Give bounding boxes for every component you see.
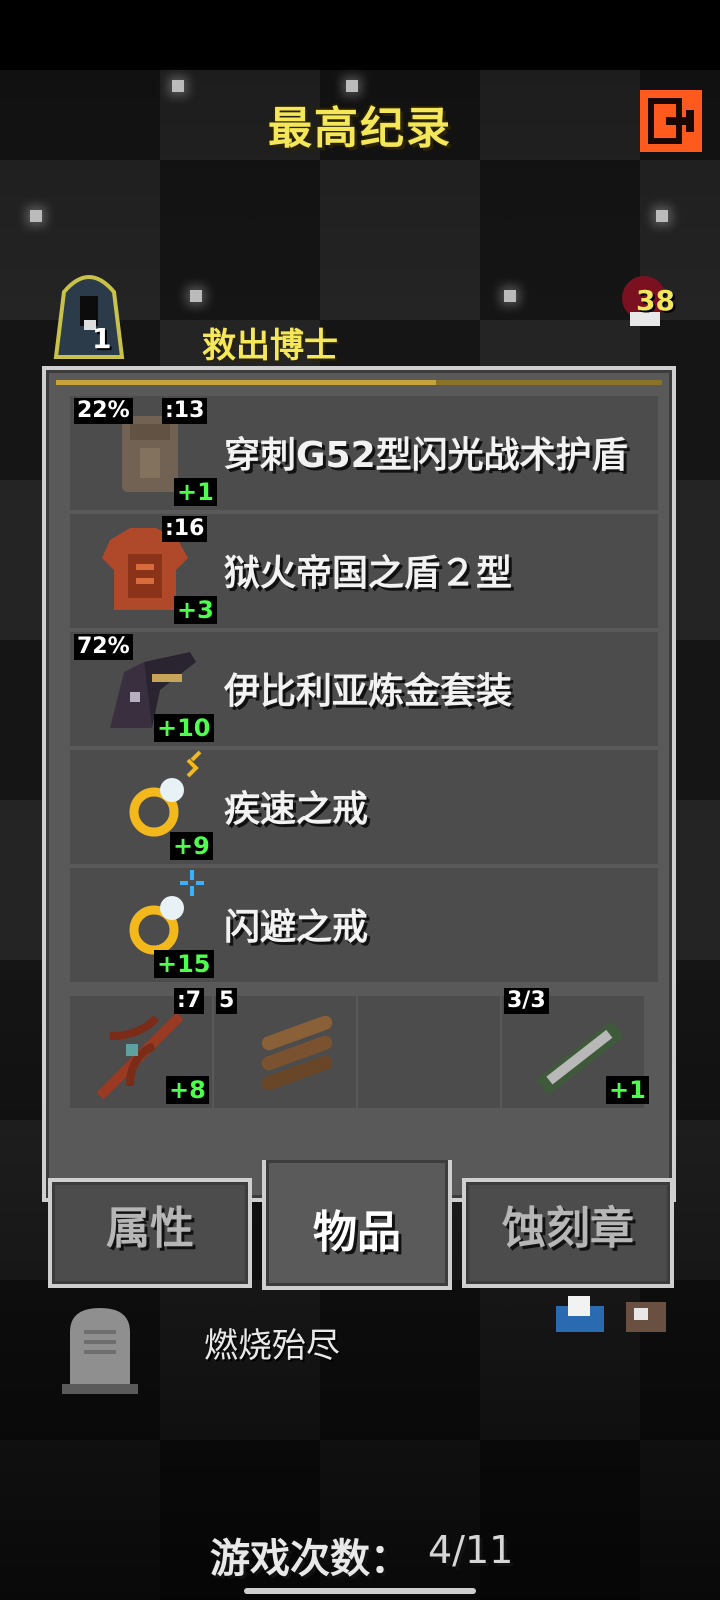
status-bar-area: [0, 0, 720, 70]
enemy-level-badge: 38: [636, 284, 675, 317]
ally-sprite-icon: [556, 1296, 604, 1332]
slot-level-badge: +1: [606, 1076, 649, 1104]
tab-items[interactable]: 物品: [262, 1160, 452, 1290]
page-title: 最高纪录: [268, 103, 452, 154]
tab-label: 蚀刻章: [502, 1203, 634, 1254]
death-cause-text: 燃烧殆尽: [204, 1326, 340, 1366]
item-level-badge: +9: [170, 832, 213, 860]
wall-stud: [30, 210, 42, 222]
item-level-badge: +15: [154, 950, 214, 978]
hero-status-text: 救出博士: [202, 326, 338, 366]
item-row-evasion-ring[interactable]: +15 闪避之戒: [70, 868, 658, 982]
quick-slot-weapon[interactable]: :7 +8: [70, 988, 212, 1108]
item-row-alchemy-armor[interactable]: 72% +10 伊比利亚炼金套装: [70, 632, 658, 746]
tab-label: 物品: [313, 1207, 401, 1258]
item-charge: :13: [162, 398, 208, 424]
item-percent: 72%: [74, 634, 133, 660]
tombstone-icon: [60, 1302, 140, 1394]
exit-door-icon: [640, 90, 702, 152]
item-name: 狱火帝国之盾２型: [224, 553, 513, 594]
slot-charge: :7: [174, 988, 205, 1014]
quick-slot-empty[interactable]: [358, 996, 500, 1108]
games-played-label: 游戏次数：: [210, 1536, 410, 1582]
item-level-badge: +1: [174, 478, 217, 506]
hero-portrait: [44, 262, 134, 362]
home-indicator[interactable]: [244, 1588, 476, 1594]
pet-sprite-icon: [626, 1302, 666, 1332]
item-charge: :16: [162, 516, 208, 542]
exit-button[interactable]: [640, 90, 702, 152]
item-name: 疾速之戒: [224, 789, 369, 830]
item-row-haste-ring[interactable]: +9 疾速之戒: [70, 750, 658, 864]
item-name: 伊比利亚炼金套装: [224, 671, 513, 712]
tab-attributes[interactable]: 属性: [48, 1178, 252, 1288]
slot-charges: 3/3: [504, 988, 549, 1014]
item-percent: 22%: [74, 398, 133, 424]
hero-hooded-icon: [53, 275, 125, 359]
wall-stud: [172, 80, 184, 92]
item-level-badge: +3: [174, 596, 217, 624]
quick-slot-wand[interactable]: 3/3 +1: [502, 988, 649, 1108]
slot-quantity: 5: [216, 988, 238, 1014]
item-row-hellfire-shield[interactable]: :16 +3 狱火帝国之盾２型: [70, 514, 658, 628]
item-name: 闪避之戒: [224, 907, 369, 948]
item-level-badge: +10: [154, 714, 214, 742]
experience-bar: [56, 380, 662, 385]
tab-badges[interactable]: 蚀刻章: [462, 1178, 674, 1288]
quick-slot-logs[interactable]: 5: [214, 988, 356, 1108]
item-name: 穿刺G52型闪光战术护盾: [224, 435, 628, 476]
wall-stud: [346, 80, 358, 92]
wall-stud: [190, 290, 202, 302]
wall-stud: [656, 210, 668, 222]
hero-level-badge: 1: [92, 322, 112, 355]
games-played-value: 4/11: [428, 1528, 514, 1572]
wall-stud: [504, 290, 516, 302]
tab-label: 属性: [106, 1203, 194, 1254]
item-row-tactical-shield[interactable]: 22% :13 +1 穿刺G52型闪光战术护盾: [70, 396, 658, 510]
slot-level-badge: +8: [166, 1076, 209, 1104]
